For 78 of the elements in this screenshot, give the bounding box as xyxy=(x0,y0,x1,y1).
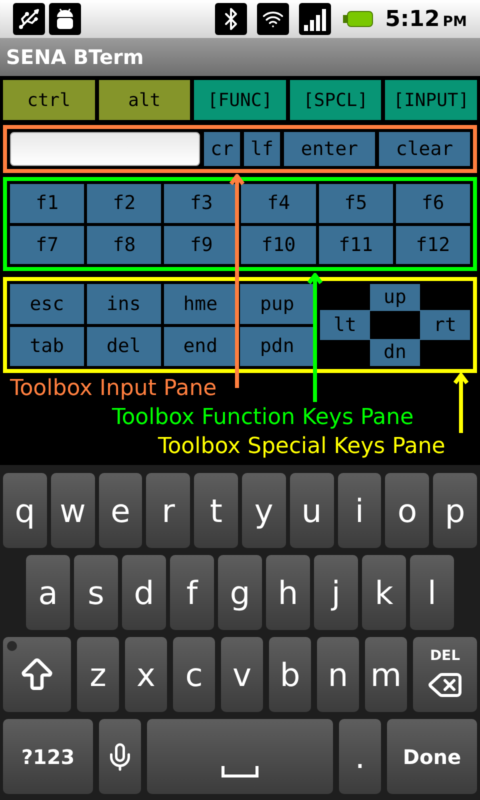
keyboard-key[interactable]: v xyxy=(221,637,263,712)
arrow-key[interactable]: rt xyxy=(420,310,470,340)
keyboard-key[interactable]: . xyxy=(339,719,381,794)
keyboard-key[interactable]: r xyxy=(146,473,190,548)
input-key[interactable]: cr xyxy=(204,132,240,166)
keyboard-key[interactable]: l xyxy=(410,555,454,630)
keyboard-key[interactable]: k xyxy=(362,555,406,630)
arrow-key[interactable]: dn xyxy=(370,338,420,366)
voice-input-key[interactable] xyxy=(99,719,141,794)
app-title: SENA BTerm xyxy=(6,44,144,71)
input-key[interactable]: lf xyxy=(244,132,280,166)
bluetooth-icon xyxy=(215,3,248,35)
modifier-key[interactable]: alt xyxy=(98,80,190,120)
pane-toggle-button[interactable]: [INPUT] xyxy=(385,80,477,120)
clock-time: 5:12 xyxy=(385,6,440,34)
robot-icon xyxy=(49,3,81,35)
signal-icon xyxy=(299,3,332,35)
annotation-label: Toolbox Input Pane xyxy=(10,375,218,403)
keyboard-key[interactable]: w xyxy=(50,473,95,548)
shift-key[interactable] xyxy=(3,637,71,712)
pane-toggle-button[interactable]: [FUNC] xyxy=(194,80,286,120)
special-key[interactable]: pup xyxy=(240,284,314,324)
function-key[interactable]: f7 xyxy=(10,226,84,264)
function-key[interactable]: f2 xyxy=(87,184,162,222)
wifi-icon xyxy=(257,3,290,35)
keyboard-key[interactable]: t xyxy=(194,473,238,548)
keyboard-key[interactable]: o xyxy=(385,473,430,548)
battery-icon xyxy=(343,11,374,27)
special-key[interactable]: ins xyxy=(86,284,160,324)
function-key[interactable]: f12 xyxy=(396,226,470,264)
arrow-key[interactable]: up xyxy=(370,284,420,312)
special-key[interactable]: pdn xyxy=(240,326,314,366)
keyboard-key[interactable]: i xyxy=(338,473,382,548)
keyboard-key[interactable]: u xyxy=(290,473,334,548)
special-key[interactable]: del xyxy=(86,326,160,366)
symbols-key[interactable]: ?123 xyxy=(3,719,93,794)
arrow-key[interactable]: lt xyxy=(320,310,370,340)
clock-period: PM xyxy=(442,12,467,32)
keyboard-key[interactable]: d xyxy=(122,555,166,630)
indicator-light-icon xyxy=(7,641,17,651)
annotation-label: Toolbox Function Keys Pane xyxy=(112,404,415,432)
special-key[interactable]: esc xyxy=(10,284,84,324)
usb-icon xyxy=(13,3,45,35)
delete-key[interactable]: DEL xyxy=(413,637,477,712)
special-key[interactable]: tab xyxy=(10,326,84,366)
keyboard-key[interactable]: p xyxy=(433,473,477,548)
keyboard-key[interactable]: e xyxy=(98,473,142,548)
keyboard-key[interactable]: h xyxy=(266,555,310,630)
keyboard-key[interactable]: c xyxy=(173,637,215,712)
space-bar-icon xyxy=(221,766,259,778)
function-key[interactable]: f4 xyxy=(241,184,316,222)
keyboard-key[interactable]: g xyxy=(218,555,262,630)
function-key[interactable]: f5 xyxy=(318,184,393,222)
keyboard-key[interactable]: y xyxy=(242,473,286,548)
keyboard-key[interactable]: f xyxy=(170,555,214,630)
keyboard-key[interactable]: s xyxy=(74,555,118,630)
keyboard-key[interactable]: m xyxy=(365,637,407,712)
modifier-key[interactable]: ctrl xyxy=(3,80,95,120)
annotation-label: Toolbox Special Keys Pane xyxy=(158,433,446,461)
special-key[interactable]: hme xyxy=(164,284,238,324)
keyboard-key[interactable]: n xyxy=(317,637,359,712)
keyboard-key[interactable]: j xyxy=(314,555,358,630)
input-key[interactable]: enter xyxy=(284,132,375,166)
function-key[interactable]: f1 xyxy=(10,184,84,222)
keyboard-key[interactable]: q xyxy=(3,473,47,548)
input-field[interactable] xyxy=(10,132,200,166)
pane-toggle-button[interactable]: [SPCL] xyxy=(290,80,382,120)
function-key[interactable]: f10 xyxy=(241,226,316,264)
keyboard-key[interactable]: x xyxy=(125,637,167,712)
input-key[interactable]: clear xyxy=(379,132,470,166)
keyboard-key[interactable]: a xyxy=(26,555,70,630)
special-key[interactable]: end xyxy=(164,326,238,366)
function-key[interactable]: f8 xyxy=(87,226,162,264)
keyboard-key[interactable]: z xyxy=(77,637,119,712)
done-key[interactable]: Done xyxy=(387,719,477,794)
keyboard-key[interactable]: b xyxy=(269,637,311,712)
function-key[interactable]: f6 xyxy=(396,184,470,222)
function-key[interactable]: f11 xyxy=(318,226,393,264)
